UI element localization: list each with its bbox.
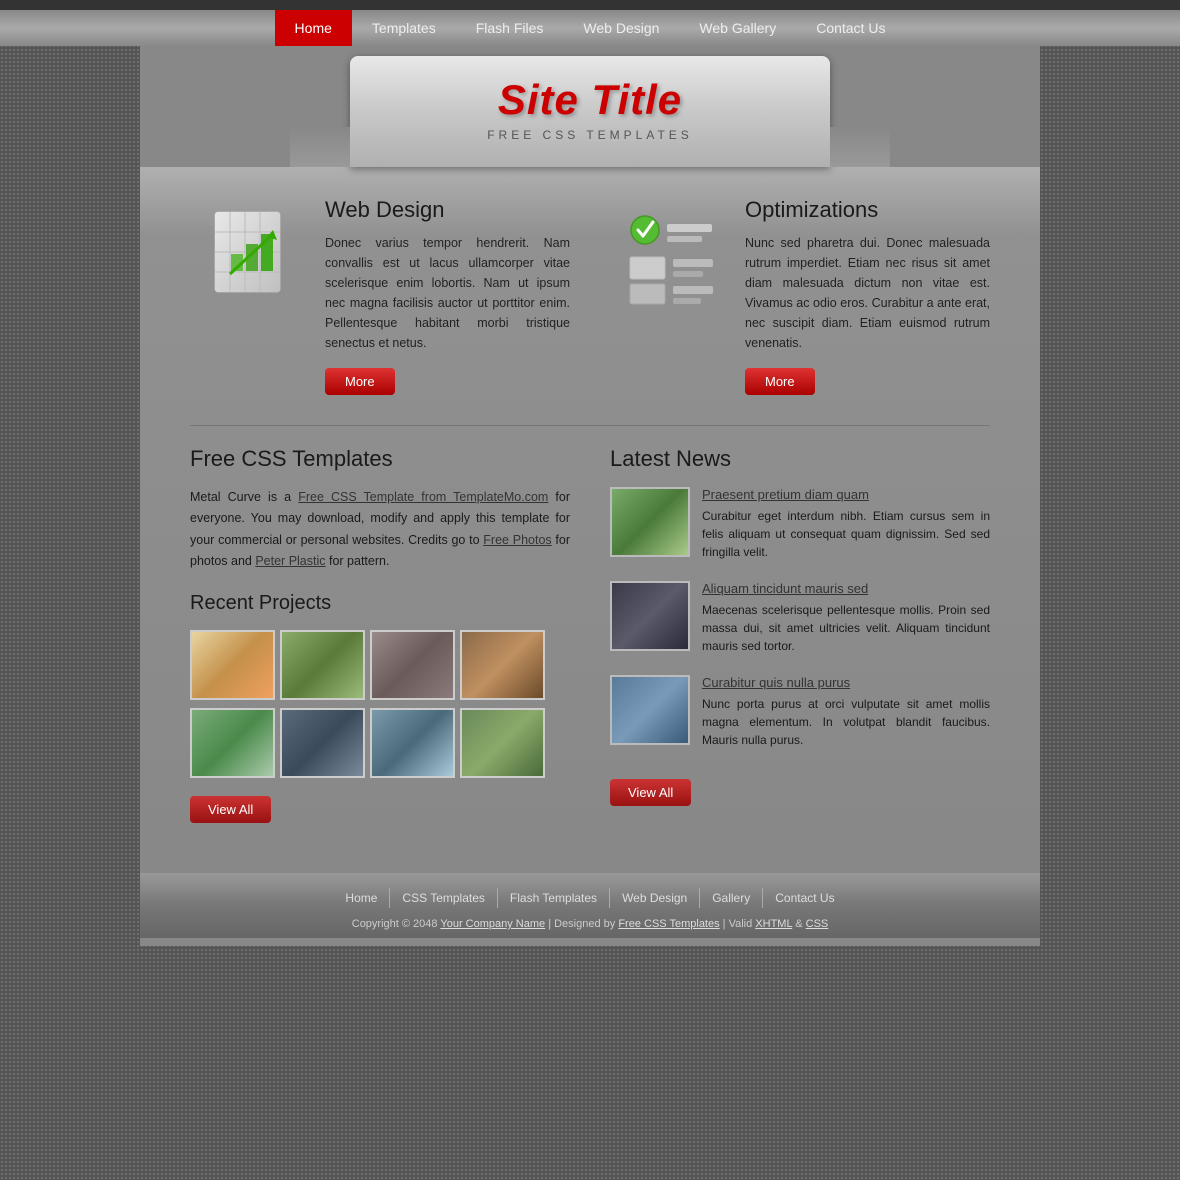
footer-css-templates[interactable]: CSS Templates xyxy=(390,888,497,908)
footer-css-link[interactable]: CSS xyxy=(806,918,829,930)
footer-contact-us[interactable]: Contact Us xyxy=(763,888,846,908)
news-content-1: Praesent pretium diam quam Curabitur ege… xyxy=(702,487,990,561)
optimizations-title: Optimizations xyxy=(745,197,990,223)
optimizations-feature: Optimizations Nunc sed pharetra dui. Don… xyxy=(610,197,990,395)
footer-valid-text: | Valid xyxy=(720,918,756,930)
project-thumb-1[interactable] xyxy=(190,630,275,700)
project-grid-row2 xyxy=(190,708,570,778)
free-css-link1[interactable]: Free CSS Template from TemplateMo.com xyxy=(298,490,548,504)
news-content-3: Curabitur quis nulla purus Nunc porta pu… xyxy=(702,675,990,749)
nav-wrapper: Home Templates Flash Files Web Design We… xyxy=(0,10,1180,46)
free-css-title: Free CSS Templates xyxy=(190,446,570,472)
news-content-2: Aliquam tincidunt mauris sed Maecenas sc… xyxy=(702,581,990,655)
projects-view-all-button[interactable]: View All xyxy=(190,796,271,823)
footer-and-text: & xyxy=(792,918,805,930)
news-item-3: Curabitur quis nulla purus Nunc porta pu… xyxy=(610,675,990,749)
footer-nav: Home CSS Templates Flash Templates Web D… xyxy=(140,888,1040,908)
optimizations-text: Nunc sed pharetra dui. Donec malesuada r… xyxy=(745,233,990,353)
web-design-title: Web Design xyxy=(325,197,570,223)
news-title-2[interactable]: Aliquam tincidunt mauris sed xyxy=(702,581,990,596)
logo-box: Site Title FREE CSS TEMPLATES xyxy=(350,56,830,167)
free-css-text: Metal Curve is a Free CSS Template from … xyxy=(190,487,570,572)
two-col-section: Free CSS Templates Metal Curve is a Free… xyxy=(190,446,990,823)
nav-contact-us[interactable]: Contact Us xyxy=(796,10,905,46)
nav-flash-files[interactable]: Flash Files xyxy=(456,10,564,46)
footer-flash-templates[interactable]: Flash Templates xyxy=(498,888,610,908)
footer-copyright: Copyright © 2048 Your Company Name | Des… xyxy=(140,918,1040,930)
news-title-3[interactable]: Curabitur quis nulla purus xyxy=(702,675,990,690)
nav-web-gallery[interactable]: Web Gallery xyxy=(679,10,796,46)
news-text-3: Nunc porta purus at orci vulputate sit a… xyxy=(702,695,990,749)
footer-home[interactable]: Home xyxy=(333,888,390,908)
optimizations-more-button[interactable]: More xyxy=(745,368,815,395)
divider xyxy=(190,425,990,426)
news-thumb-2[interactable] xyxy=(610,581,690,651)
footer-designed-by-text: | Designed by xyxy=(545,918,618,930)
project-thumb-6[interactable] xyxy=(280,708,365,778)
news-title-1[interactable]: Praesent pretium diam quam xyxy=(702,487,990,502)
optimization-icon xyxy=(610,197,730,317)
web-design-more-button[interactable]: More xyxy=(325,368,395,395)
footer-company-name[interactable]: Your Company Name xyxy=(440,918,545,930)
web-design-icon xyxy=(190,197,310,317)
free-css-text4: for pattern. xyxy=(326,554,390,568)
site-subtitle: FREE CSS TEMPLATES xyxy=(390,128,790,142)
top-bar xyxy=(0,0,1180,10)
nav-web-design[interactable]: Web Design xyxy=(563,10,679,46)
web-design-content: Web Design Donec varius tempor hendrerit… xyxy=(325,197,570,395)
project-grid-row1 xyxy=(190,630,570,700)
footer-copyright-text: Copyright © 2048 xyxy=(352,918,441,930)
site-title: Site Title xyxy=(390,76,790,124)
optimizations-content: Optimizations Nunc sed pharetra dui. Don… xyxy=(745,197,990,395)
content-area: Web Design Donec varius tempor hendrerit… xyxy=(140,167,1040,853)
project-thumb-5[interactable] xyxy=(190,708,275,778)
nav-templates[interactable]: Templates xyxy=(352,10,456,46)
project-thumb-7[interactable] xyxy=(370,708,455,778)
header: Site Title FREE CSS TEMPLATES xyxy=(140,46,1040,167)
footer-web-design[interactable]: Web Design xyxy=(610,888,700,908)
main-nav: Home Templates Flash Files Web Design We… xyxy=(140,10,1040,46)
news-thumb-1[interactable] xyxy=(610,487,690,557)
news-view-all-button[interactable]: View All xyxy=(610,779,691,806)
nav-home[interactable]: Home xyxy=(275,10,352,46)
news-thumb-3[interactable] xyxy=(610,675,690,745)
free-css-link2[interactable]: Free Photos xyxy=(483,533,551,547)
col-left: Free CSS Templates Metal Curve is a Free… xyxy=(190,446,570,823)
col-right: Latest News Praesent pretium diam quam C… xyxy=(610,446,990,823)
project-thumb-4[interactable] xyxy=(460,630,545,700)
feature-row: Web Design Donec varius tempor hendrerit… xyxy=(190,197,990,395)
news-item-1: Praesent pretium diam quam Curabitur ege… xyxy=(610,487,990,561)
main-wrapper: Site Title FREE CSS TEMPLATES xyxy=(140,46,1040,946)
footer-xhtml-link[interactable]: XHTML xyxy=(755,918,792,930)
news-item-2: Aliquam tincidunt mauris sed Maecenas sc… xyxy=(610,581,990,655)
news-text-1: Curabitur eget interdum nibh. Etiam curs… xyxy=(702,507,990,561)
project-thumb-3[interactable] xyxy=(370,630,455,700)
latest-news-title: Latest News xyxy=(610,446,990,472)
free-css-link3[interactable]: Peter Plastic xyxy=(255,554,325,568)
footer-designer-link[interactable]: Free CSS Templates xyxy=(618,918,719,930)
project-thumb-2[interactable] xyxy=(280,630,365,700)
footer: Home CSS Templates Flash Templates Web D… xyxy=(140,873,1040,938)
web-design-feature: Web Design Donec varius tempor hendrerit… xyxy=(190,197,570,395)
web-design-text: Donec varius tempor hendrerit. Nam conva… xyxy=(325,233,570,353)
footer-gallery[interactable]: Gallery xyxy=(700,888,763,908)
free-css-text1: Metal Curve is a xyxy=(190,490,298,504)
recent-projects-title: Recent Projects xyxy=(190,592,570,615)
project-thumb-8[interactable] xyxy=(460,708,545,778)
news-text-2: Maecenas scelerisque pellentesque mollis… xyxy=(702,601,990,655)
